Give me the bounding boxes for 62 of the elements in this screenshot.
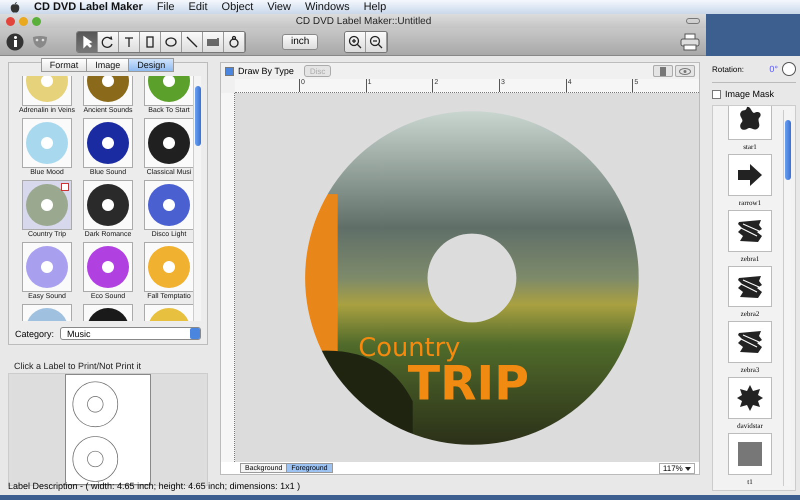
scroll-thumb[interactable] [195, 86, 201, 146]
rotation-dial[interactable] [782, 62, 796, 76]
zoom-select[interactable]: 117% [658, 462, 695, 474]
star-icon [735, 383, 765, 414]
menu-item[interactable]: Windows [304, 1, 350, 13]
app-menu[interactable]: CD DVD Label Maker [34, 1, 143, 13]
zoom-out-icon [369, 34, 384, 48]
shape-thumbnail[interactable] [728, 106, 772, 140]
menu-item[interactable]: Object [222, 1, 254, 13]
toolbar-toggle-button[interactable] [686, 18, 700, 24]
menu-item[interactable]: Help [364, 1, 386, 13]
rotation-value: 0° [769, 64, 778, 74]
stamp-icon [227, 34, 241, 48]
tool-button[interactable] [119, 32, 140, 52]
shape-thumbnail[interactable] [728, 433, 772, 476]
unit-button[interactable]: inch [282, 34, 318, 50]
shape-thumbnail[interactable] [728, 154, 772, 196]
tool-button[interactable] [98, 32, 119, 52]
page-icon [660, 66, 666, 76]
rotate-icon [101, 34, 115, 48]
panel-tab[interactable]: Design [128, 58, 174, 72]
category-label: Category: [15, 328, 54, 338]
close-button[interactable] [6, 16, 15, 26]
panel-tab[interactable]: Image [86, 58, 130, 72]
tool-button[interactable] [203, 32, 224, 52]
tool-button[interactable] [161, 32, 182, 52]
preview-button[interactable] [675, 65, 695, 77]
status-text: Label Description - ( width: 4.65 inch; height: 4.65 inch; dimensions: 1x1 ) [7, 480, 302, 493]
text-tool-icon [122, 34, 136, 48]
shape-thumbnail[interactable] [728, 210, 772, 252]
eye-icon [679, 68, 691, 74]
menu-item[interactable]: View [267, 1, 291, 13]
image-mask-checkbox[interactable]: Image Mask [712, 89, 796, 99]
zoom-in-icon [348, 34, 362, 48]
print-hint: Click a Label to Print/Not Print it [14, 361, 142, 371]
apple-logo-icon[interactable] [10, 2, 20, 12]
window-title: CD DVD Label Maker::Untitled [294, 16, 432, 26]
zoom-out-button[interactable] [366, 32, 388, 52]
delete-icon[interactable] [61, 183, 69, 191]
panel-tab[interactable]: Format [40, 58, 88, 72]
info-icon[interactable] [6, 32, 24, 50]
scroll-thumb[interactable] [785, 120, 791, 180]
ellipse-icon [164, 34, 178, 48]
rotation-label: Rotation: [712, 64, 744, 74]
shape-thumbnail[interactable] [728, 377, 772, 420]
line-icon [185, 34, 199, 48]
scrollbar[interactable] [193, 76, 201, 321]
printer-icon[interactable] [680, 32, 700, 50]
shape-thumbnail[interactable] [728, 266, 772, 308]
caret-icon [685, 466, 691, 470]
tool-button[interactable] [140, 32, 161, 52]
tool-button[interactable] [182, 32, 203, 52]
category-select[interactable]: Music [60, 327, 201, 340]
draw-by-type-checkbox[interactable]: Draw By Type [225, 66, 294, 76]
tool-button[interactable] [224, 32, 245, 52]
menu-item[interactable]: File [156, 1, 175, 13]
layer-button[interactable] [653, 65, 673, 77]
menu-item[interactable]: Edit [188, 1, 208, 13]
zoom-in-button[interactable] [345, 32, 366, 52]
mask-icon[interactable] [32, 34, 48, 48]
shape-thumbnail[interactable] [728, 321, 772, 364]
tool-button[interactable] [77, 32, 98, 52]
